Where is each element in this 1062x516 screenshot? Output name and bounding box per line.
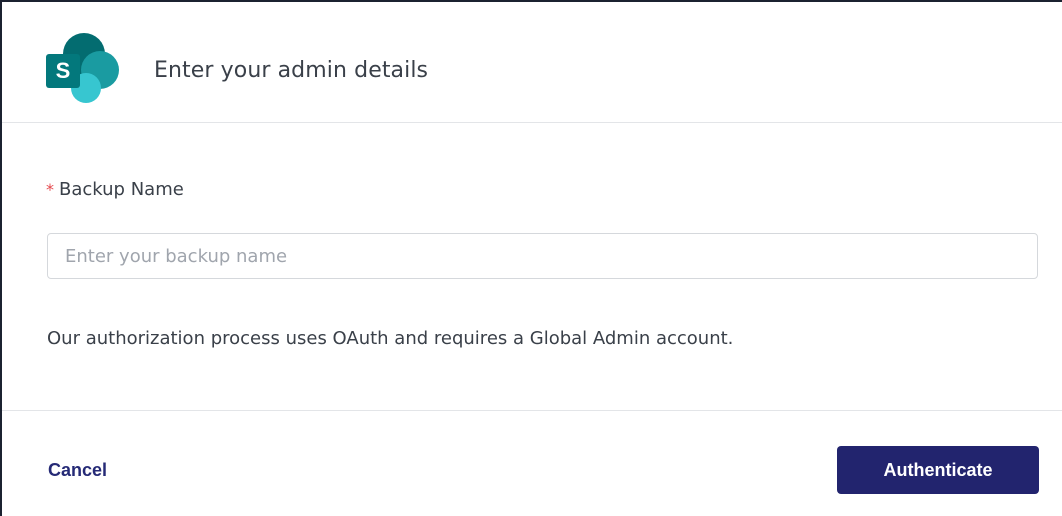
- backup-name-label: * Backup Name: [46, 178, 184, 202]
- backup-name-label-text: Backup Name: [59, 179, 184, 200]
- footer-divider: [2, 410, 1062, 411]
- cancel-button[interactable]: Cancel: [48, 458, 107, 482]
- admin-details-dialog: S Enter your admin details * Backup Name …: [0, 0, 1062, 516]
- required-indicator: *: [46, 180, 54, 199]
- oauth-help-text: Our authorization process uses OAuth and…: [47, 328, 734, 349]
- dialog-title: Enter your admin details: [154, 58, 429, 83]
- sharepoint-logo-letter: S: [56, 58, 71, 83]
- dialog-header: S Enter your admin details: [2, 2, 1062, 123]
- authenticate-button[interactable]: Authenticate: [837, 446, 1039, 494]
- backup-name-input[interactable]: [47, 233, 1038, 279]
- sharepoint-icon: S: [46, 33, 119, 103]
